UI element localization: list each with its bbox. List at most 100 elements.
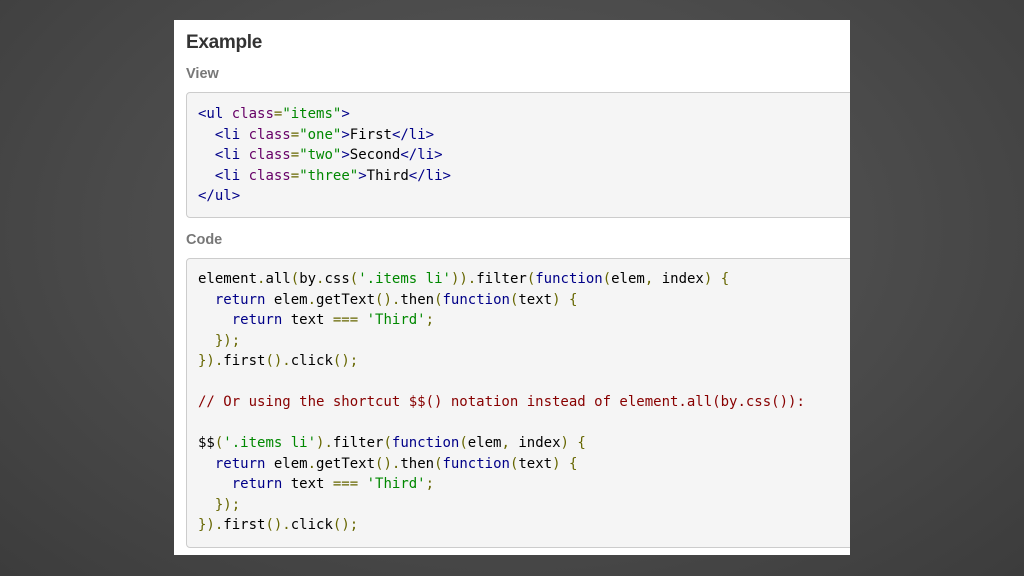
code-token: . [307,455,317,472]
code-line: <ul class="items"> [198,104,350,124]
code-token: { [568,291,578,308]
code-token: )). [450,271,477,287]
code-token: all [265,271,291,287]
code-token: return [214,455,266,472]
code-token: First [349,126,392,143]
code-token: (). [375,455,401,472]
code-line: element.all(by.css('.items li')).filter(… [198,269,729,289]
view-label: View [186,66,219,82]
code-token: = [290,126,300,143]
code-label: Code [186,232,223,248]
code-token: }); [214,496,241,513]
code-token: (). [375,291,401,308]
code-token: elem [611,271,645,287]
code-token: (). [265,517,291,533]
code-token: class [248,126,291,143]
code-token: elem [467,435,502,451]
code-block: element.all(by.css('.items li')).filter(… [186,258,850,548]
code-token: <ul [198,106,224,122]
code-token: elem [265,455,308,472]
code-token: "items" [282,106,342,122]
code-token: click [290,353,333,369]
code-token: <li [214,147,241,163]
code-line: }).first().click(); [198,515,358,535]
code-token: $$ [198,435,215,451]
code-line: <li class="three">Third</li> [198,166,451,186]
code-token: { [577,435,586,451]
code-token: "three" [299,167,359,184]
code-token: }); [214,332,241,349]
code-token: getText [316,455,376,472]
code-line: <li class="one">First</li> [198,125,434,145]
code-token: ( [349,271,359,287]
view-code-block: <ul class="items"> <li class="one">First… [186,92,850,218]
code-token: ). [316,435,333,451]
code-token: = [290,167,300,184]
code-token: ) [560,435,569,451]
code-token: { [720,271,730,287]
code-token: 'Third' [366,476,426,492]
code-token: </li> [408,167,451,184]
code-token: ) [552,291,561,308]
code-token: text [282,312,333,328]
code-token: </li> [400,147,443,163]
code-token: ( [459,435,468,451]
code-token: 'Third' [366,312,426,328]
code-token: function [391,435,460,451]
code-token: function [442,291,510,308]
code-token: ) [552,455,561,472]
code-token: elem [265,291,308,308]
code-line: </ul> [198,186,240,206]
code-token: (); [332,517,359,533]
code-line: }); [198,331,240,351]
code-token: Second [349,147,401,163]
code-token: ; [425,312,435,328]
code-token: return [231,312,283,328]
code-token: (); [332,353,359,369]
code-token: filter [332,435,384,451]
code-token: text [518,291,553,308]
code-token: // Or using the shortcut $$() notation i… [198,394,805,410]
code-token: }). [198,353,224,369]
code-token: first [223,517,266,533]
code-token: Third [366,167,409,184]
code-line: <li class="two">Second</li> [198,145,443,165]
code-token: return [231,476,283,492]
code-token: "two" [299,147,342,163]
code-token: by [299,271,317,287]
code-token: > [358,167,367,184]
code-token: > [341,147,350,163]
code-token: click [290,517,333,533]
code-token: ( [602,271,612,287]
code-token: { [568,455,578,472]
code-line: return text === 'Third'; [198,474,434,494]
code-line: return elem.getText().then(function(text… [198,454,578,474]
code-token: first [223,353,266,369]
code-token: index [509,435,561,451]
code-line: return elem.getText().then(function(text… [198,290,578,310]
code-token: <li [214,126,241,143]
code-token: getText [316,291,376,308]
code-token: ( [434,455,443,472]
code-token: function [442,455,510,472]
code-token: }). [198,517,224,533]
code-token: then [400,455,435,472]
code-line: // Or using the shortcut $$() notation i… [198,392,805,412]
code-line: }); [198,495,240,515]
code-token: css [324,271,350,287]
documentation-panel: Example View <ul class="items"> <li clas… [174,20,850,555]
code-token: ( [526,271,536,287]
code-token: > [341,106,350,122]
